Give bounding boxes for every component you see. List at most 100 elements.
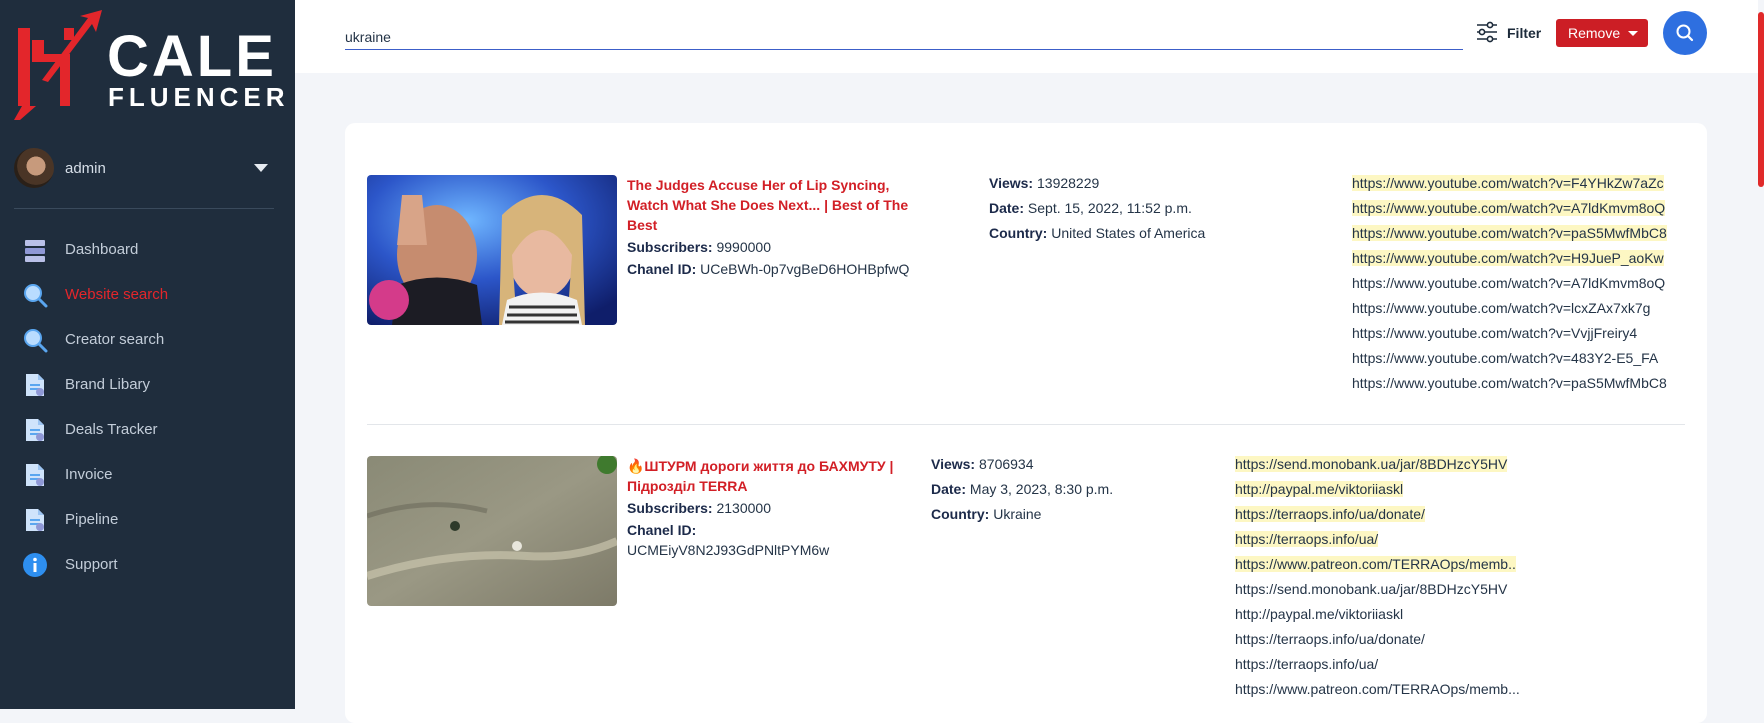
search-icon (1676, 24, 1694, 42)
date-label: Date: (931, 481, 967, 497)
link[interactable]: https://terraops.info/ua/ (1235, 656, 1378, 672)
user-name: admin (65, 160, 106, 177)
result-stats: Views: 8706934 Date: May 3, 2023, 8:30 p… (931, 452, 1113, 527)
top-bar: Filter Remove (295, 0, 1764, 73)
chevron-down-icon[interactable] (254, 164, 268, 172)
search-field (345, 28, 1463, 50)
link[interactable]: https://www.patreon.com/TERRAOps/memb... (1235, 681, 1520, 697)
result-links: https://send.monobank.ua/jar/8BDHzcY5HV … (1235, 452, 1520, 702)
search-button[interactable] (1663, 11, 1707, 55)
filter-label: Filter (1507, 25, 1542, 41)
sidebar-item-deals-tracker[interactable]: Deals Tracker (0, 408, 295, 453)
country-label: Country: (931, 506, 990, 522)
search-input[interactable] (345, 28, 1463, 45)
sidebar-item-label: Invoice (65, 466, 113, 483)
channel-id-value: UCMEiyV8N2J93GdPNltPYM6w (627, 542, 830, 558)
logo-mark-icon (14, 10, 102, 120)
link[interactable]: https://terraops.info/ua/ (1235, 531, 1379, 547)
sidebar-item-label: Support (65, 556, 118, 573)
link[interactable]: https://www.youtube.com/watch?v=A7ldKmvm… (1352, 200, 1666, 216)
logo-text-bottom: FLUENCER (108, 82, 290, 112)
link[interactable]: https://www.youtube.com/watch?v=paS5MwfM… (1352, 225, 1667, 241)
link[interactable]: https://www.patreon.com/TERRAOps/memb.. (1235, 556, 1516, 572)
subscribers-value: 9990000 (716, 239, 771, 255)
video-title-link[interactable]: The Judges Accuse Her of Lip Syncing, Wa… (627, 175, 927, 235)
results-card: The Judges Accuse Her of Lip Syncing, Wa… (345, 123, 1707, 723)
link[interactable]: https://www.youtube.com/watch?v=lcxZAx7x… (1352, 300, 1650, 316)
brand-logo[interactable]: CALE FLUENCER (12, 10, 285, 125)
sidebar-item-support[interactable]: Support (0, 543, 295, 588)
channel-label: Chanel ID: (627, 261, 697, 277)
link[interactable]: https://www.youtube.com/watch?v=F4YHkZw7… (1352, 175, 1664, 191)
scrollbar-thumb[interactable] (1758, 12, 1764, 187)
link[interactable]: https://terraops.info/ua/donate/ (1235, 506, 1425, 522)
search-icon (24, 284, 48, 308)
page-scrollbar[interactable] (1758, 0, 1764, 709)
search-icon (24, 329, 48, 353)
document-icon (26, 464, 44, 486)
sidebar-item-label: Creator search (65, 331, 165, 348)
views-label: Views: (931, 456, 976, 472)
link[interactable]: https://www.youtube.com/watch?v=VvjjFrei… (1352, 325, 1637, 341)
date-row: Date: May 3, 2023, 8:30 p.m. (931, 477, 1113, 502)
user-menu[interactable]: admin (14, 148, 276, 188)
date-row: Date: Sept. 15, 2022, 11:52 p.m. (989, 196, 1205, 221)
result-links: https://www.youtube.com/watch?v=F4YHkZw7… (1352, 171, 1667, 396)
link[interactable]: http://paypal.me/viktoriiaskl (1235, 606, 1403, 622)
document-icon (26, 374, 44, 396)
channel-label: Chanel ID: (627, 522, 697, 538)
result-info: 🔥ШТУРМ дороги життя до БАХМУТУ | Підрозд… (627, 456, 897, 560)
link[interactable]: http://paypal.me/viktoriiaskl (1235, 481, 1404, 497)
sidebar-divider (14, 208, 274, 209)
sidebar-item-brand-libary[interactable]: Brand Libary (0, 363, 295, 408)
sidebar-item-dashboard[interactable]: Dashboard (0, 228, 295, 273)
link[interactable]: https://send.monobank.ua/jar/8BDHzcY5HV (1235, 456, 1508, 472)
sidebar-item-label: Dashboard (65, 241, 139, 258)
country-row: Country: Ukraine (931, 502, 1113, 527)
result-divider (367, 424, 1685, 425)
video-title-link[interactable]: 🔥ШТУРМ дороги життя до БАХМУТУ | Підрозд… (627, 456, 897, 496)
result-info: The Judges Accuse Her of Lip Syncing, Wa… (627, 175, 927, 279)
avatar (14, 148, 54, 188)
subscribers-row: Subscribers: 2130000 (627, 498, 897, 518)
sidebar-item-pipeline[interactable]: Pipeline (0, 498, 295, 543)
sidebar-item-website-search[interactable]: Website search (0, 273, 295, 318)
views-value: 13928229 (1037, 175, 1100, 191)
views-row: Views: 13928229 (989, 171, 1205, 196)
views-value: 8706934 (979, 456, 1034, 472)
country-value: Ukraine (993, 506, 1042, 522)
sidebar: CALE FLUENCER admin Dashboard Website se… (0, 0, 295, 709)
channel-row: Chanel ID: UCMEiyV8N2J93GdPNltPYM6w (627, 520, 897, 560)
date-label: Date: (989, 200, 1025, 216)
date-value: Sept. 15, 2022, 11:52 p.m. (1027, 200, 1192, 216)
sidebar-nav: Dashboard Website search Creator search (0, 228, 295, 588)
link[interactable]: https://terraops.info/ua/donate/ (1235, 631, 1425, 647)
sidebar-item-label: Brand Libary (65, 376, 151, 393)
views-label: Views: (989, 175, 1034, 191)
link[interactable]: https://www.youtube.com/watch?v=H9JueP_a… (1352, 250, 1664, 266)
link[interactable]: https://www.youtube.com/watch?v=483Y2-E5… (1352, 350, 1658, 366)
info-icon (23, 553, 47, 577)
country-value: United States of America (1051, 225, 1206, 241)
channel-row: Chanel ID: UCeBWh-0p7vgBeD6HOHBpfwQ (627, 259, 927, 279)
caret-down-icon (1628, 31, 1638, 36)
subscribers-value: 2130000 (716, 500, 771, 516)
sidebar-item-label: Website search (65, 286, 169, 303)
remove-dropdown-button[interactable]: Remove (1556, 19, 1648, 47)
sidebar-item-creator-search[interactable]: Creator search (0, 318, 295, 363)
video-thumbnail[interactable] (367, 456, 617, 606)
remove-label: Remove (1568, 25, 1621, 41)
subscribers-label: Subscribers: (627, 500, 713, 516)
link[interactable]: https://send.monobank.ua/jar/8BDHzcY5HV (1235, 581, 1507, 597)
channel-id-value: UCeBWh-0p7vgBeD6HOHBpfwQ (700, 261, 910, 277)
link[interactable]: https://www.youtube.com/watch?v=paS5MwfM… (1352, 375, 1667, 391)
document-icon (26, 419, 44, 441)
subscribers-label: Subscribers: (627, 239, 713, 255)
country-label: Country: (989, 225, 1048, 241)
link[interactable]: https://www.youtube.com/watch?v=A7ldKmvm… (1352, 275, 1665, 291)
date-value: May 3, 2023, 8:30 p.m. (969, 481, 1114, 497)
subscribers-row: Subscribers: 9990000 (627, 237, 927, 257)
video-thumbnail[interactable] (367, 175, 617, 325)
logo-text-top: CALE (107, 24, 277, 89)
sidebar-item-invoice[interactable]: Invoice (0, 453, 295, 498)
